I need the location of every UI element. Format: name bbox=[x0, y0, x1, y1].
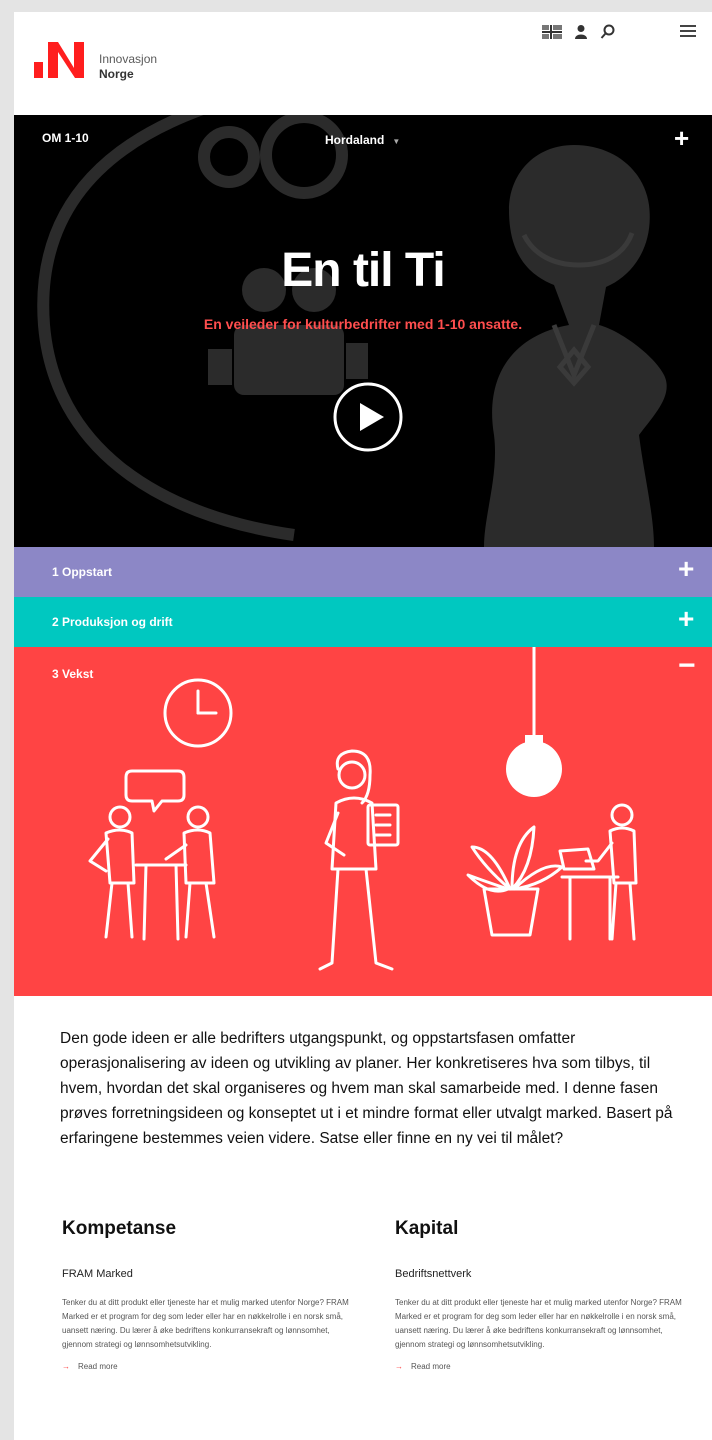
section-label: 2 Produksjon og drift bbox=[52, 615, 173, 629]
column-item-title[interactable]: FRAM Marked bbox=[62, 1268, 352, 1280]
brand-line-2: Norge bbox=[99, 67, 134, 81]
read-more-label: Read more bbox=[411, 1362, 451, 1371]
section-vekst[interactable]: 3 Vekst − bbox=[14, 647, 712, 996]
column-item-description: Tenker du at ditt produkt eller tjeneste… bbox=[62, 1298, 349, 1349]
play-icon bbox=[360, 403, 384, 431]
menu-icon[interactable] bbox=[680, 24, 696, 43]
region-selector[interactable]: Hordaland ▼ bbox=[325, 133, 400, 147]
intro-paragraph: Den gode ideen er alle bedrifters utgang… bbox=[60, 1030, 673, 1147]
chevron-down-icon: ▼ bbox=[392, 137, 401, 146]
region-label: Hordaland bbox=[325, 133, 385, 147]
hero-subtitle: En veileder for kulturbedrifter med 1-10… bbox=[203, 316, 523, 332]
column-kompetanse: Kompetanse FRAM Marked Tenker du at ditt… bbox=[62, 1218, 352, 1371]
hero-video: OM 1-10 Hordaland ▼ + En til Ti En veiled… bbox=[14, 115, 712, 547]
column-item-description: Tenker du at ditt produkt eller tjeneste… bbox=[395, 1298, 682, 1349]
read-more-link[interactable]: → Read more bbox=[62, 1362, 352, 1371]
section-oppstart[interactable]: 1 Oppstart + bbox=[14, 547, 712, 597]
plus-icon[interactable]: + bbox=[674, 123, 689, 154]
column-item-title[interactable]: Bedriftsnettverk bbox=[395, 1268, 685, 1280]
arrow-right-icon: → bbox=[395, 1362, 403, 1371]
page-frame: Innovasjon Norge OM 1-10 Hordaland ▼ + E… bbox=[14, 12, 712, 1440]
play-button[interactable] bbox=[332, 381, 404, 453]
section-label: 1 Oppstart bbox=[52, 565, 113, 579]
hero-title: En til Ti bbox=[281, 244, 445, 297]
plus-icon[interactable]: + bbox=[678, 553, 694, 585]
vekst-illustration bbox=[88, 647, 638, 971]
language-icon[interactable] bbox=[542, 25, 562, 44]
site-header: Innovasjon Norge bbox=[14, 12, 712, 115]
plus-icon[interactable]: + bbox=[678, 603, 694, 635]
innovasjon-norge-logo[interactable] bbox=[34, 34, 96, 86]
section-produksjon[interactable]: 2 Produksjon og drift + bbox=[14, 597, 712, 647]
brand-name: Innovasjon Norge bbox=[99, 52, 157, 82]
read-more-label: Read more bbox=[78, 1362, 118, 1371]
column-kapital: Kapital Bedriftsnettverk Tenker du at di… bbox=[395, 1218, 685, 1371]
section-label: 3 Vekst bbox=[52, 667, 94, 681]
user-icon[interactable] bbox=[574, 24, 588, 45]
header-icons bbox=[542, 24, 616, 45]
about-link[interactable]: OM 1-10 bbox=[42, 131, 89, 145]
arrow-right-icon: → bbox=[62, 1362, 70, 1371]
brand-line-1: Innovasjon bbox=[99, 52, 158, 66]
column-heading: Kapital bbox=[395, 1218, 459, 1239]
search-icon[interactable] bbox=[600, 24, 616, 45]
read-more-link[interactable]: → Read more bbox=[395, 1362, 685, 1371]
column-heading: Kompetanse bbox=[62, 1218, 177, 1239]
minus-icon[interactable]: − bbox=[678, 649, 696, 683]
